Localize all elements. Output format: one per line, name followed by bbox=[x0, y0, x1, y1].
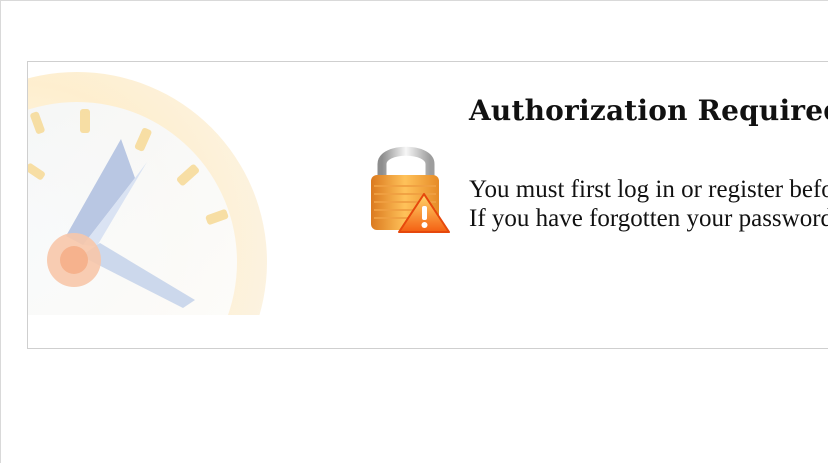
authorization-notice: Authorization Required You must first lo… bbox=[27, 61, 828, 349]
page-title: Authorization Required bbox=[469, 94, 828, 127]
message-line-login: You must first log in or register before… bbox=[469, 176, 828, 203]
message-line-password: If you have forgotten your password, you… bbox=[469, 205, 828, 232]
clock-watermark-icon bbox=[28, 72, 267, 315]
page: Authorization Required You must first lo… bbox=[0, 0, 828, 463]
authorization-message: You must first log in or register before… bbox=[469, 175, 828, 233]
padlock-warning-icon bbox=[371, 146, 450, 233]
